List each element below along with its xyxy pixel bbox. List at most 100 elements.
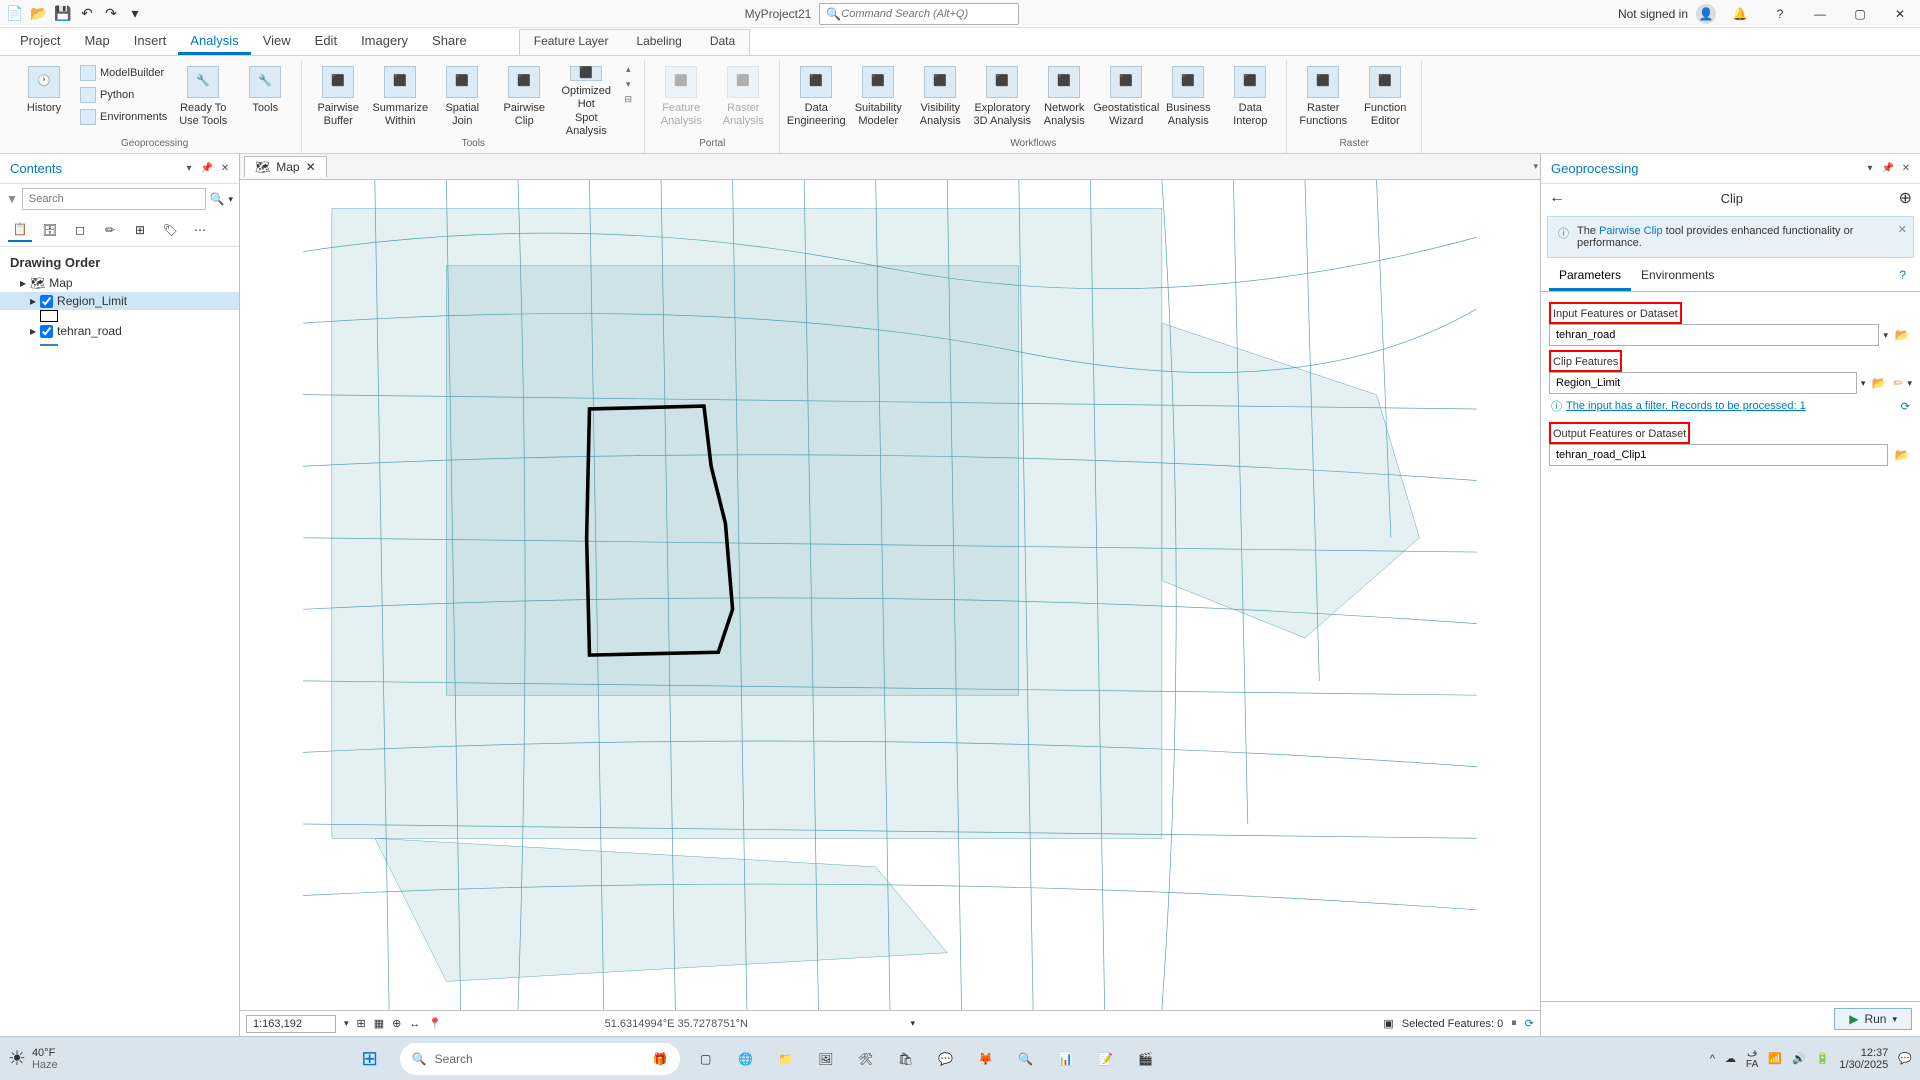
close-pane-icon[interactable]: ✕ [217, 161, 233, 177]
pairwise-clip-link[interactable]: Pairwise Clip [1599, 225, 1663, 237]
app-icon[interactable]: 🔍 [1008, 1041, 1044, 1077]
onedrive-icon[interactable]: ☁ [1725, 1052, 1736, 1065]
wifi-icon[interactable]: 📶 [1768, 1052, 1782, 1065]
ribbon-button[interactable]: ⬛RasterAnalysis [713, 62, 773, 134]
ribbon-button[interactable]: Environments [76, 106, 171, 128]
add-icon[interactable]: ⊕ [1899, 188, 1912, 208]
output-features-field[interactable] [1549, 444, 1888, 466]
toc-more-icon[interactable]: ⋯ [188, 218, 212, 242]
signin-label[interactable]: Not signed in [1618, 7, 1688, 21]
battery-icon[interactable]: 🔋 [1816, 1052, 1830, 1065]
filter-message[interactable]: ⓘ The input has a filter. Records to be … [1549, 394, 1912, 418]
pause-drawing-icon[interactable]: ⏸ [1511, 1017, 1517, 1030]
app-icon[interactable]: 🖼 [808, 1041, 844, 1077]
clip-features-field[interactable] [1549, 372, 1857, 394]
menu-analysis[interactable]: Analysis [178, 29, 250, 55]
menu-imagery[interactable]: Imagery [349, 29, 420, 55]
toc-layer-region[interactable]: ▸ Region_Limit [0, 292, 239, 310]
ribbon-button[interactable]: ⬛FunctionEditor [1355, 62, 1415, 134]
minimize-button[interactable]: — [1804, 3, 1836, 25]
toc-map[interactable]: ▸ 🗺 Map [0, 274, 239, 292]
filter-icon[interactable]: ▼ [6, 192, 18, 206]
ribbon-button[interactable]: ⬛SuitabilityModeler [848, 62, 908, 134]
app-icon[interactable]: 📊 [1048, 1041, 1084, 1077]
start-button[interactable]: ⊞ [352, 1041, 388, 1077]
menu-share[interactable]: Share [420, 29, 479, 55]
ribbon-button[interactable]: ⬛Optimized HotSpot Analysis [556, 62, 616, 134]
collapse-icon[interactable]: ▾ [181, 161, 197, 177]
map-tab[interactable]: 🗺 Map ✕ [244, 156, 327, 177]
browse-icon[interactable]: 📂 [1892, 445, 1912, 465]
close-button[interactable]: ✕ [1884, 3, 1916, 25]
ribbon-button[interactable]: ⬛PairwiseBuffer [308, 62, 368, 134]
user-icon[interactable]: 👤 [1696, 4, 1716, 24]
list-by-selection-icon[interactable]: ◻ [68, 218, 92, 242]
expand-icon[interactable]: ▸ [20, 276, 26, 290]
clock-date[interactable]: 1/30/2025 [1839, 1059, 1888, 1071]
qat-dropdown[interactable]: ▾ [124, 3, 146, 25]
layer-symbol-region[interactable] [40, 310, 58, 322]
menu-edit[interactable]: Edit [303, 29, 349, 55]
ribbon-button[interactable]: 🔧Tools [235, 62, 295, 134]
edit-feature-icon[interactable]: ✏ [1893, 376, 1903, 390]
list-by-source-icon[interactable]: 🗄 [38, 218, 62, 242]
menu-view[interactable]: View [251, 29, 303, 55]
ribbon-button[interactable]: ModelBuilder [76, 62, 171, 84]
back-icon[interactable]: ← [1549, 189, 1565, 207]
collapse-icon[interactable]: ▾ [1862, 161, 1878, 177]
ribbon-button[interactable]: ⬛VisibilityAnalysis [910, 62, 970, 134]
undo-icon[interactable]: ↶ [76, 3, 98, 25]
run-dropdown-icon[interactable]: ▾ [1892, 1014, 1897, 1025]
notifications-icon[interactable]: 🔔 [1724, 3, 1756, 25]
pin-icon[interactable]: 📌 [1880, 161, 1896, 177]
status-tool-icon[interactable]: ⊕ [392, 1017, 401, 1030]
menu-map[interactable]: Map [72, 29, 121, 55]
ribbon-button[interactable]: ⬛FeatureAnalysis [651, 62, 711, 134]
status-tool-icon[interactable]: 📍 [428, 1017, 442, 1030]
layer-visibility-checkbox[interactable] [40, 295, 53, 308]
ribbon-button[interactable]: ⬛GeostatisticalWizard [1096, 62, 1156, 134]
search-dropdown-icon[interactable]: ▾ [228, 194, 233, 205]
scale-dropdown-icon[interactable]: ▾ [344, 1018, 349, 1029]
save-icon[interactable]: 💾 [52, 3, 74, 25]
new-project-icon[interactable]: 📄 [4, 3, 26, 25]
ctx-feature-layer[interactable]: Feature Layer [520, 30, 623, 55]
close-pane-icon[interactable]: ✕ [1898, 161, 1914, 177]
tab-parameters[interactable]: Parameters [1549, 262, 1631, 291]
ribbon-button[interactable]: ⬛DataInterop [1220, 62, 1280, 134]
help-icon[interactable]: ? [1764, 3, 1796, 25]
word-icon[interactable]: 📝 [1088, 1041, 1124, 1077]
ribbon-button[interactable]: ⬛SummarizeWithin [370, 62, 430, 134]
list-by-editing-icon[interactable]: ✏ [98, 218, 122, 242]
firefox-icon[interactable]: 🦊 [968, 1041, 1004, 1077]
tabs-dropdown-icon[interactable]: ▾ [1531, 159, 1540, 174]
map-canvas[interactable] [240, 180, 1540, 1010]
layer-visibility-checkbox[interactable] [40, 325, 53, 338]
tool-help-icon[interactable]: ? [1893, 262, 1912, 291]
app-icon[interactable]: 🛠 [848, 1041, 884, 1077]
task-view-icon[interactable]: ▢ [688, 1041, 724, 1077]
ribbon-button[interactable]: ⬛SpatialJoin [432, 62, 492, 134]
notifications-icon[interactable]: 💬 [1898, 1052, 1912, 1065]
search-icon[interactable]: 🔍 [210, 192, 225, 206]
ribbon-button[interactable]: ⬛PairwiseClip [494, 62, 554, 134]
redo-icon[interactable]: ↷ [100, 3, 122, 25]
explorer-icon[interactable]: 📁 [768, 1041, 804, 1077]
expand-icon[interactable]: ▸ [30, 294, 36, 308]
scale-input[interactable]: 1:163,192 [246, 1015, 336, 1033]
refresh-filter-icon[interactable]: ⟳ [1901, 400, 1910, 413]
browse-icon[interactable]: 📂 [1869, 373, 1889, 393]
dropdown-icon[interactable]: ▾ [1861, 378, 1866, 389]
status-tool-icon[interactable]: ▦ [374, 1017, 384, 1030]
coord-dropdown-icon[interactable]: ▾ [910, 1018, 915, 1029]
open-project-icon[interactable]: 📂 [28, 3, 50, 25]
run-button[interactable]: ▶ Run ▾ [1834, 1008, 1912, 1030]
app-icon[interactable]: 💬 [928, 1041, 964, 1077]
menu-project[interactable]: Project [8, 29, 72, 55]
list-by-snapping-icon[interactable]: ⊞ [128, 218, 152, 242]
tab-environments[interactable]: Environments [1631, 262, 1724, 291]
ribbon-button[interactable]: 🔧Ready ToUse Tools [173, 62, 233, 134]
ribbon-button[interactable]: ⬛BusinessAnalysis [1158, 62, 1218, 134]
ctx-data[interactable]: Data [696, 30, 749, 55]
store-icon[interactable]: 🛍 [888, 1041, 924, 1077]
